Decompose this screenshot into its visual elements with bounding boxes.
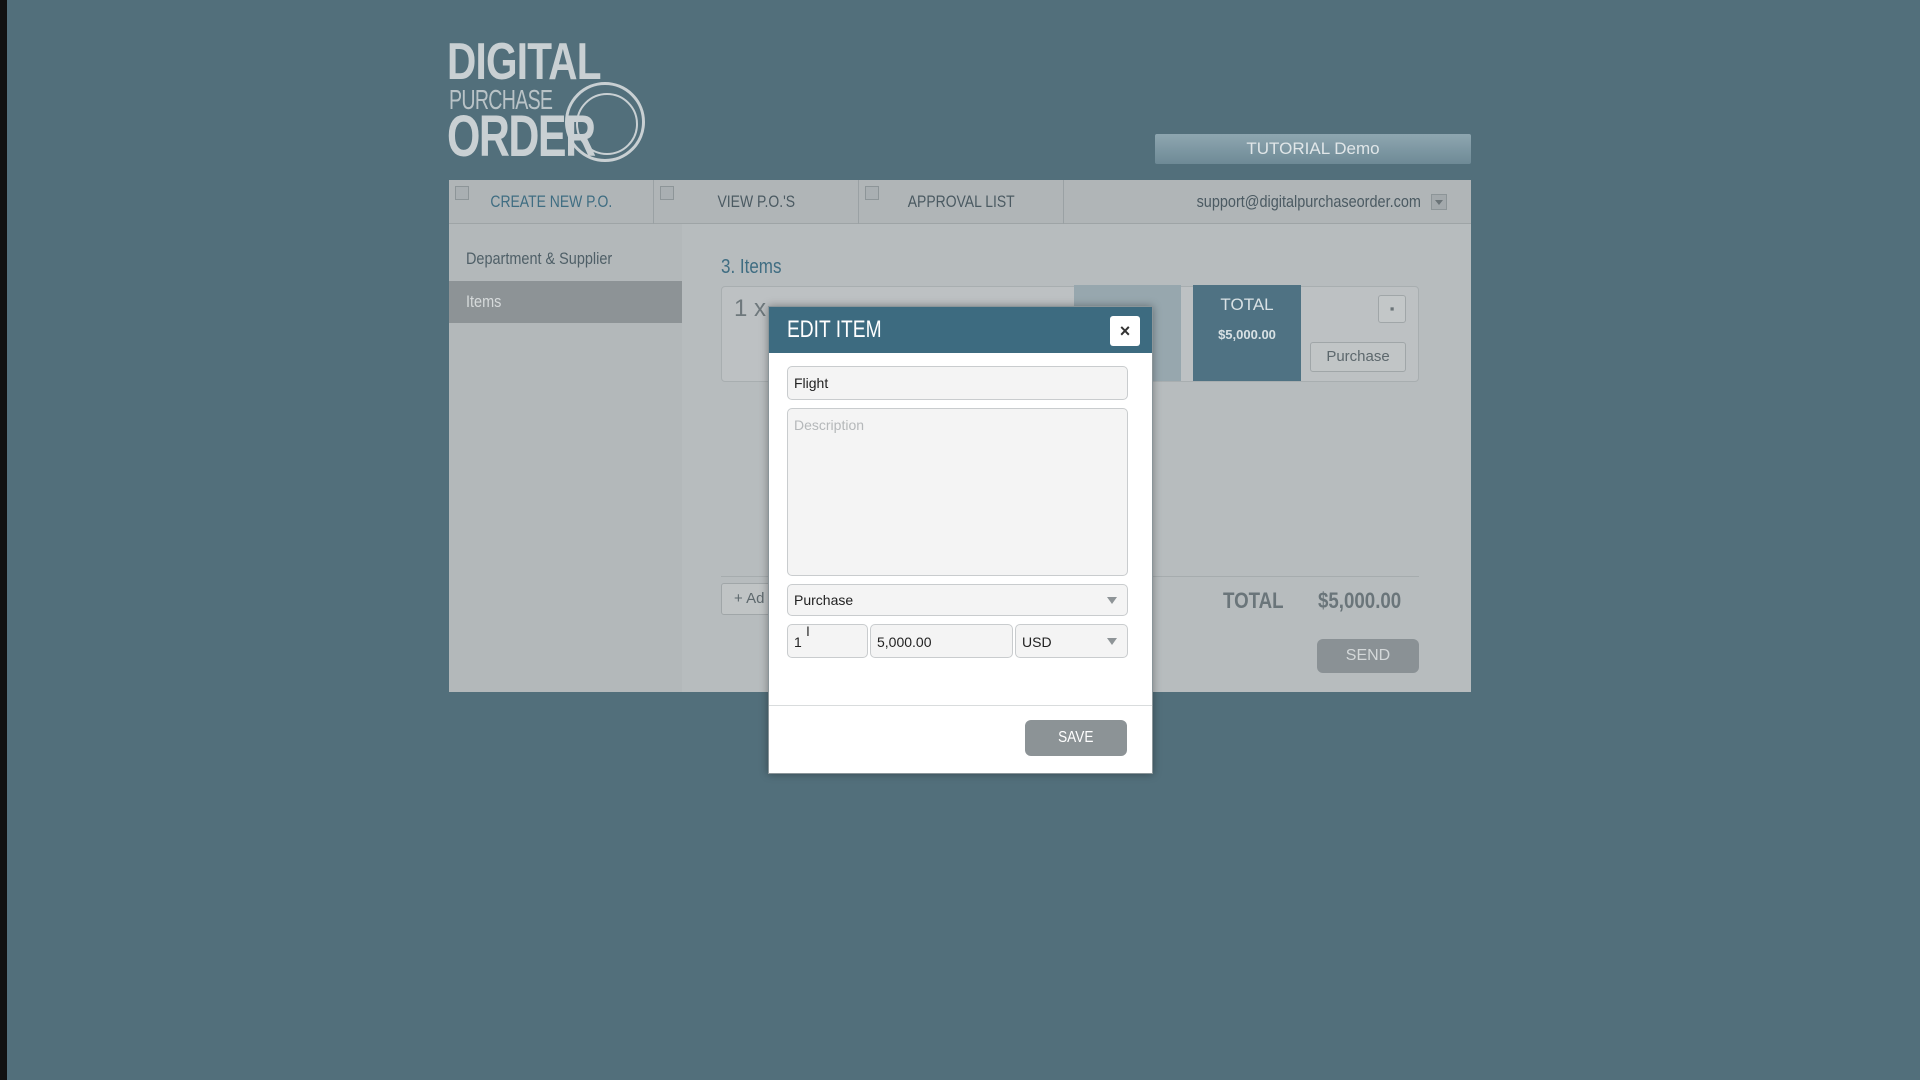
tab-label: CREATE NEW P.O. <box>490 192 612 211</box>
tab-view-icon <box>660 186 674 200</box>
top-nav: CREATE NEW P.O. VIEW P.O.'S APPROVAL LIS… <box>449 180 1471 224</box>
modal-title: EDIT ITEM <box>787 316 882 343</box>
modal-header: EDIT ITEM × <box>769 307 1152 353</box>
section-title: 3. Items <box>721 256 782 278</box>
tab-create-new-po[interactable]: CREATE NEW P.O. <box>449 180 654 224</box>
sidebar: Department & Supplier Items <box>449 224 682 692</box>
description-textarea[interactable]: Description <box>787 408 1128 576</box>
tab-approval-icon <box>865 186 879 200</box>
delete-item-icon[interactable]: ▪ <box>1378 295 1406 323</box>
logo-seal-icon <box>565 82 645 162</box>
tab-approval-list[interactable]: APPROVAL LIST <box>859 180 1064 224</box>
demo-badge: TUTORIAL Demo <box>1155 134 1471 164</box>
type-select[interactable]: Purchase <box>787 584 1128 616</box>
item-name-input[interactable]: Flight <box>787 366 1128 400</box>
item-qty-title: 1 x <box>734 295 767 322</box>
close-icon[interactable]: × <box>1110 316 1140 346</box>
item-type-button[interactable]: Purchase <box>1310 342 1406 372</box>
currency-select-value: USD <box>1022 634 1052 650</box>
tab-create-icon <box>455 186 469 200</box>
modal-divider <box>769 705 1152 706</box>
grand-total-label: TOTAL <box>1223 588 1284 613</box>
logo-line-digital: DIGITAL <box>447 33 602 91</box>
price-input[interactable]: 5,000.00 <box>870 624 1013 658</box>
text-cursor-icon: I <box>806 623 810 639</box>
screen-edge <box>0 0 7 1080</box>
tab-label: VIEW P.O.'S <box>717 192 795 211</box>
tab-label: APPROVAL LIST <box>907 192 1015 211</box>
quantity-input[interactable]: 1 <box>787 624 868 658</box>
chevron-down-icon <box>1107 597 1117 604</box>
type-select-value: Purchase <box>794 592 854 608</box>
save-button[interactable]: SAVE <box>1025 720 1127 756</box>
tab-view-pos[interactable]: VIEW P.O.'S <box>654 180 859 224</box>
item-total-cell: TOTAL $5,000.00 <box>1193 285 1301 381</box>
item-total-label: TOTAL <box>1220 295 1274 314</box>
sidebar-item-items[interactable]: Items <box>449 281 682 323</box>
chevron-down-icon <box>1107 638 1117 645</box>
chevron-down-icon[interactable] <box>1431 194 1447 210</box>
grand-total-value: $5,000.00 <box>1318 588 1402 613</box>
send-button[interactable]: SEND <box>1317 639 1419 673</box>
edit-item-modal: EDIT ITEM × Flight Description Purchase … <box>768 306 1153 774</box>
user-email[interactable]: support@digitalpurchaseorder.com <box>1157 180 1421 224</box>
item-total-value: $5,000.00 <box>1218 327 1276 342</box>
currency-select[interactable]: USD <box>1015 624 1128 658</box>
sidebar-item-department-supplier[interactable]: Department & Supplier <box>449 238 682 280</box>
app-logo: DIGITAL PURCHASE ORDER <box>447 36 647 166</box>
